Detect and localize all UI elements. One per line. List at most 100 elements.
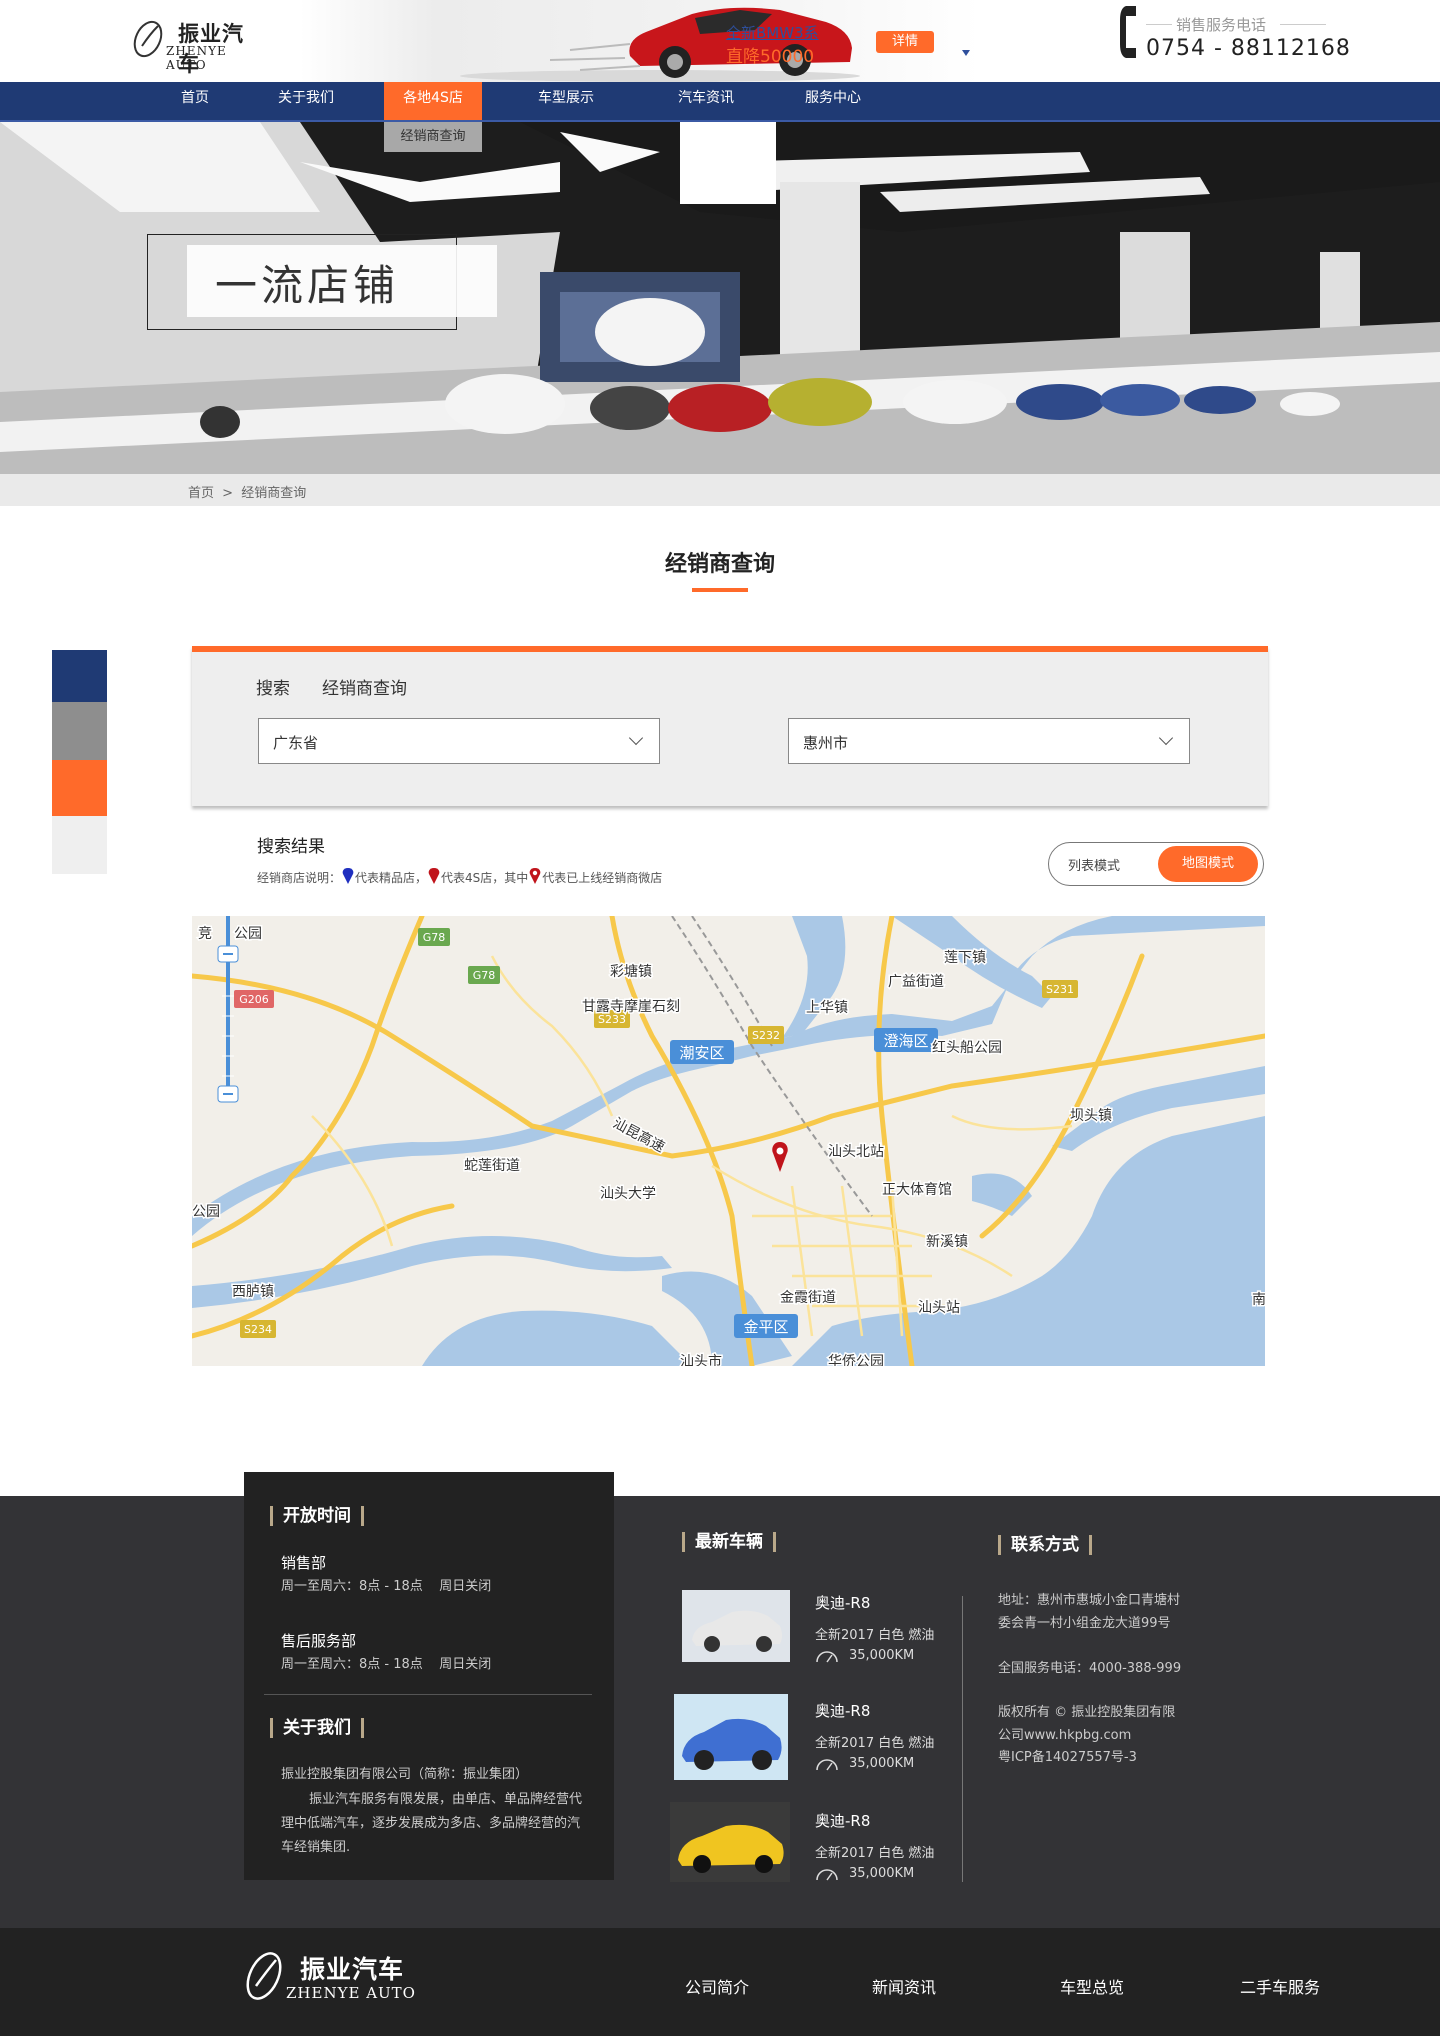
breadcrumb-separator: > <box>222 486 234 501</box>
service-phone: 全国服务电话：4000-388-999 <box>998 1661 1182 1676</box>
map-label: 公园 <box>192 1204 220 1220</box>
map-mode-button[interactable]: 地图模式 <box>1158 846 1258 882</box>
map-label: 汕头站 <box>918 1300 960 1316</box>
map-label: 彩塘镇 <box>610 964 652 980</box>
page-title: 经销商查询 <box>664 552 775 577</box>
map-label: 南 <box>1252 1292 1265 1308</box>
map-label: 华侨公园 <box>828 1354 884 1366</box>
map-label: 金平区 <box>743 1318 788 1336</box>
legend-blue-text: 代表精品店， <box>355 871 428 885</box>
promo-detail-button[interactable]: 详情 <box>876 31 934 53</box>
breadcrumb-home[interactable]: 首页 <box>188 486 214 501</box>
footer-link-news[interactable]: 新闻资讯 <box>872 1974 936 1998</box>
footer-logo[interactable]: 振业汽车 ZHENYE AUTO <box>244 1946 424 2008</box>
map-label: 甘露寺摩崖石刻 <box>582 998 680 1015</box>
results-title: 搜索结果 <box>257 837 325 857</box>
hours-divider <box>264 1694 592 1695</box>
title-underline <box>692 588 748 592</box>
nav-about[interactable]: 关于我们 <box>264 82 348 120</box>
red-pin-icon <box>428 868 440 884</box>
search-sublabel: 经销商查询 <box>322 679 407 699</box>
hours-heading: 开放时间 <box>270 1506 364 1526</box>
blue-pin-icon <box>342 868 354 884</box>
map-label: 正大体育馆 <box>882 1182 952 1198</box>
dealer-map[interactable]: G78 G78 G206 S233 S232 S231 S234 潮安区 澄海区… <box>192 916 1265 1366</box>
nav-4s-stores[interactable]: 各地4S店 <box>384 82 482 120</box>
phone-icon <box>1120 6 1136 58</box>
car-name[interactable]: 奥迪-R8 <box>815 1700 870 1721</box>
map-label: 蛇莲街道 <box>464 1158 520 1174</box>
map-label: 潮安区 <box>679 1044 724 1062</box>
map-label: 澄海区 <box>883 1032 928 1050</box>
map-canvas[interactable]: G78 G78 G206 S233 S232 S231 S234 潮安区 澄海区… <box>192 916 1265 1366</box>
nav-submenu-dealer-search[interactable]: 经销商查询 <box>384 122 482 152</box>
road-shield-label: G78 <box>473 969 496 982</box>
map-label: 新溪镇 <box>926 1234 968 1250</box>
hotline-number: 0754 - 88112168 <box>1146 36 1351 61</box>
about-heading: 关于我们 <box>270 1718 364 1738</box>
car-name[interactable]: 奥迪-R8 <box>815 1592 870 1613</box>
footer-link-company[interactable]: 公司简介 <box>685 1974 749 1998</box>
logo-emblem-icon <box>246 1952 282 2000</box>
province-value: 广东省 <box>273 734 319 752</box>
side-tab-light[interactable] <box>52 816 107 874</box>
car-spec: 全新2017 白色 燃油 <box>815 1736 935 1751</box>
nav-models[interactable]: 车型展示 <box>520 82 612 120</box>
odometer-icon <box>816 1759 838 1771</box>
about-text: 振业汽车服务有限发展，由单店、单品牌经营代理中低端汽车，逐步发展成为多店、多品牌… <box>281 1792 583 1855</box>
brand-name-en: ZHENYE AUTO <box>166 44 227 72</box>
car-name[interactable]: 奥迪-R8 <box>815 1810 870 1831</box>
main-nav: 首页 关于我们 各地4S店 车型展示 汽车资讯 服务中心 <box>0 82 1440 122</box>
list-mode-button[interactable]: 列表模式 <box>1068 855 1120 874</box>
about-company: 振业控股集团有限公司（简称：振业集团） <box>281 1767 529 1782</box>
side-tab-gray[interactable] <box>52 702 107 760</box>
brand-logo[interactable]: 振业汽车 ZHENYE AUTO <box>132 16 262 76</box>
province-select[interactable]: 广东省 <box>258 718 660 764</box>
map-label: 广益街道 <box>888 974 944 990</box>
banner-title: 一流店铺 <box>215 261 400 310</box>
car-thumbnail[interactable] <box>682 1590 790 1662</box>
legend-prefix: 经销商店说明： <box>257 871 342 885</box>
side-tab-blue[interactable] <box>52 650 107 702</box>
side-tab-orange[interactable] <box>52 760 107 816</box>
map-label: 莲下镇 <box>944 950 986 966</box>
car-thumbnail[interactable] <box>670 1802 790 1882</box>
results-legend: 经销商店说明： 代表精品店， 代表4S店，其中 代表已上线经销商微店 <box>257 868 662 886</box>
map-label: 汕头市 <box>680 1353 722 1366</box>
footer-brand-cn: 振业汽车 <box>300 1955 405 1984</box>
city-select[interactable]: 惠州市 <box>788 718 1190 764</box>
footer-link-models[interactable]: 车型总览 <box>1060 1974 1124 1998</box>
sales-dept: 销售部 <box>281 1554 327 1572</box>
address-line-2: 委会青一村小组金龙大道99号 <box>998 1616 1171 1631</box>
hotline-rule-left <box>1146 24 1172 25</box>
chevron-down-icon <box>628 730 644 746</box>
car-spec: 全新2017 白色 燃油 <box>815 1628 935 1643</box>
legend-red-text: 代表4S店，其中 <box>441 871 529 885</box>
nav-service[interactable]: 服务中心 <box>790 82 876 120</box>
footer-vertical-divider <box>962 1596 963 1882</box>
nav-news[interactable]: 汽车资讯 <box>664 82 748 120</box>
road-shield-label: G78 <box>423 931 446 944</box>
breadcrumb-current: 经销商查询 <box>241 486 307 501</box>
promo-dropdown-icon[interactable] <box>962 50 970 56</box>
nav-home[interactable]: 首页 <box>160 82 230 120</box>
promo-title-link[interactable]: 全新BMW3系 <box>726 22 819 43</box>
odometer-icon <box>816 1869 838 1881</box>
road-shield-label: S232 <box>752 1029 780 1042</box>
red-outline-pin-icon <box>529 868 541 884</box>
map-label: 红头船公园 <box>932 1040 1002 1056</box>
search-label: 搜索 <box>256 679 290 699</box>
logo-emblem-icon <box>133 20 163 58</box>
address-line-1: 地址：惠州市惠城小金口青塘村 <box>998 1593 1181 1608</box>
car-mileage: 35,000KM <box>849 1866 915 1881</box>
map-label: 西胪镇 <box>232 1284 274 1300</box>
car-thumbnail[interactable] <box>674 1694 788 1780</box>
map-label: 竞 <box>198 925 212 942</box>
map-label: 公园 <box>234 926 262 942</box>
map-label: 金霞街道 <box>780 1290 836 1306</box>
road-shield-label: G206 <box>239 993 269 1006</box>
city-value: 惠州市 <box>803 734 849 752</box>
footer-link-used-cars[interactable]: 二手车服务 <box>1240 1974 1320 1998</box>
road-shield-label: S234 <box>244 1323 272 1336</box>
car-mileage: 35,000KM <box>849 1648 915 1663</box>
